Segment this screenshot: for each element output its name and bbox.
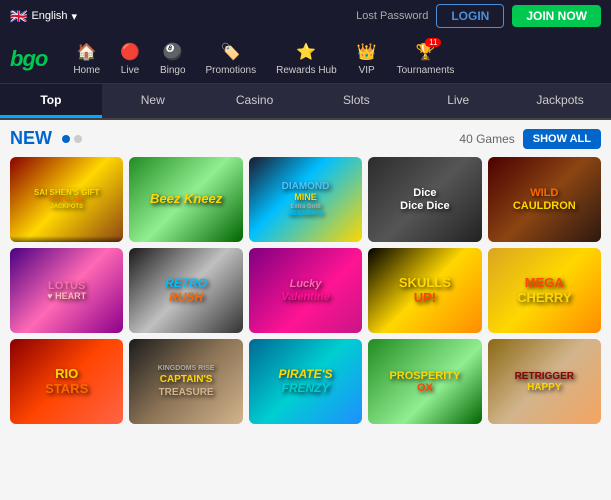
games-count: 40 Games bbox=[459, 132, 514, 146]
section-title: NEW bbox=[10, 128, 52, 149]
game-tile[interactable]: RETRO RUSH bbox=[129, 248, 242, 333]
game-tile[interactable]: Beez Kneez bbox=[129, 157, 242, 242]
tournaments-icon: 🏆11 bbox=[416, 42, 436, 62]
category-tabs: Top New Casino Slots Live Jackpots bbox=[0, 84, 611, 120]
game-tile-deco: SKULLS UP! bbox=[368, 248, 481, 333]
tab-slots[interactable]: Slots bbox=[305, 84, 407, 118]
language-label: English bbox=[31, 10, 67, 22]
rewards-icon: ⭐ bbox=[296, 42, 316, 62]
main-content: NEW 40 Games SHOW ALL SAI SHEN'S GIFT FI… bbox=[0, 120, 611, 500]
tab-new[interactable]: New bbox=[102, 84, 204, 118]
game-tile-deco: PIRATE'S FRENZY bbox=[249, 339, 362, 424]
nav-item-rewards[interactable]: ⭐ Rewards Hub bbox=[266, 36, 347, 82]
game-tile[interactable]: Dice Dice Dice bbox=[368, 157, 481, 242]
game-tile-deco: Dice Dice Dice bbox=[368, 157, 481, 242]
login-button[interactable]: LOGIN bbox=[436, 4, 504, 28]
game-tile-deco: DIAMOND MINE Extra Gold MEGAWAYS bbox=[249, 157, 362, 242]
nav-item-bingo[interactable]: 🎱 Bingo bbox=[150, 36, 196, 82]
show-all-button[interactable]: SHOW ALL bbox=[523, 129, 601, 149]
nav-item-home[interactable]: 🏠 Home bbox=[63, 36, 110, 82]
language-selector[interactable]: 🇬🇧 English ▾ bbox=[10, 8, 77, 25]
game-tile[interactable]: SKULLS UP! bbox=[368, 248, 481, 333]
join-button[interactable]: JOIN NOW bbox=[512, 5, 601, 27]
section-header: NEW 40 Games SHOW ALL bbox=[10, 128, 601, 149]
game-tile[interactable]: Lucky Valentine bbox=[249, 248, 362, 333]
tab-live[interactable]: Live bbox=[407, 84, 509, 118]
tab-top[interactable]: Top bbox=[0, 84, 102, 118]
tournament-badge: 11 bbox=[425, 38, 441, 47]
section-title-area: NEW bbox=[10, 128, 82, 149]
live-icon: 🔴 bbox=[120, 42, 140, 62]
nav-label-live: Live bbox=[121, 65, 139, 76]
game-grid: SAI SHEN'S GIFT FIRE BLAZE JACKPOTS Beez… bbox=[10, 157, 601, 424]
tab-jackpots[interactable]: Jackpots bbox=[509, 84, 611, 118]
home-icon: 🏠 bbox=[77, 42, 97, 62]
nav-item-promotions[interactable]: 🏷️ Promotions bbox=[196, 36, 267, 82]
game-tile-deco: Beez Kneez bbox=[129, 157, 242, 242]
game-tile[interactable]: PROSPERITY OX bbox=[368, 339, 481, 424]
game-tile-deco: RETRIGGER HAPPY bbox=[488, 339, 601, 424]
header: 🇬🇧 English ▾ Lost Password LOGIN JOIN NO… bbox=[0, 0, 611, 32]
vip-icon: 👑 bbox=[357, 42, 377, 62]
tab-casino[interactable]: Casino bbox=[204, 84, 306, 118]
game-tile[interactable]: RIO STARS bbox=[10, 339, 123, 424]
game-tile-deco: SAI SHEN'S GIFT FIRE BLAZE JACKPOTS bbox=[10, 157, 123, 242]
game-tile[interactable]: WILD CAULDRON bbox=[488, 157, 601, 242]
nav-item-vip[interactable]: 👑 VIP bbox=[347, 36, 387, 82]
dot-2[interactable] bbox=[74, 135, 82, 143]
nav-items: 🏠 Home 🔴 Live 🎱 Bingo 🏷️ Promotions ⭐ Re… bbox=[63, 36, 601, 82]
game-tile[interactable]: DIAMOND MINE Extra Gold MEGAWAYS bbox=[249, 157, 362, 242]
nav-label-promotions: Promotions bbox=[206, 65, 257, 76]
game-tile-deco: LOTUS ♥ HEART bbox=[10, 248, 123, 333]
game-tile-deco: RIO STARS bbox=[10, 339, 123, 424]
nav-label-rewards: Rewards Hub bbox=[276, 65, 337, 76]
logo-text: bgo bbox=[10, 46, 47, 71]
game-tile[interactable]: PIRATE'S FRENZY bbox=[249, 339, 362, 424]
nav-item-tournaments[interactable]: 🏆11 Tournaments bbox=[387, 36, 465, 82]
game-tile[interactable]: LOTUS ♥ HEART bbox=[10, 248, 123, 333]
game-tile-deco: Lucky Valentine bbox=[249, 248, 362, 333]
nav-label-bingo: Bingo bbox=[160, 65, 186, 76]
nav-label-tournaments: Tournaments bbox=[397, 65, 455, 76]
game-tile[interactable]: KINGDOMS RISE CAPTAIN'S TREASURE bbox=[129, 339, 242, 424]
dot-1[interactable] bbox=[62, 135, 70, 143]
bingo-icon: 🎱 bbox=[163, 42, 183, 62]
nav-bar: bgo 🏠 Home 🔴 Live 🎱 Bingo 🏷️ Promotions … bbox=[0, 32, 611, 84]
game-tile-deco: RETRO RUSH bbox=[129, 248, 242, 333]
promotions-icon: 🏷️ bbox=[221, 42, 241, 62]
game-tile-deco: WILD CAULDRON bbox=[488, 157, 601, 242]
game-label bbox=[10, 236, 123, 242]
chevron-down-icon: ▾ bbox=[72, 10, 78, 23]
flag-icon: 🇬🇧 bbox=[10, 8, 27, 25]
nav-label-vip: VIP bbox=[359, 65, 375, 76]
header-auth: Lost Password LOGIN JOIN NOW bbox=[356, 4, 601, 28]
nav-label-home: Home bbox=[73, 65, 100, 76]
site-logo[interactable]: bgo bbox=[10, 46, 47, 72]
section-actions: 40 Games SHOW ALL bbox=[459, 129, 601, 149]
pagination-dots bbox=[62, 135, 82, 143]
game-tile-deco: MEGA CHERRY bbox=[488, 248, 601, 333]
game-tile-deco: PROSPERITY OX bbox=[368, 339, 481, 424]
nav-item-live[interactable]: 🔴 Live bbox=[110, 36, 150, 82]
game-tile[interactable]: MEGA CHERRY bbox=[488, 248, 601, 333]
lost-password-link[interactable]: Lost Password bbox=[356, 10, 428, 22]
game-tile[interactable]: SAI SHEN'S GIFT FIRE BLAZE JACKPOTS bbox=[10, 157, 123, 242]
game-tile-deco: KINGDOMS RISE CAPTAIN'S TREASURE bbox=[129, 339, 242, 424]
game-tile[interactable]: RETRIGGER HAPPY bbox=[488, 339, 601, 424]
